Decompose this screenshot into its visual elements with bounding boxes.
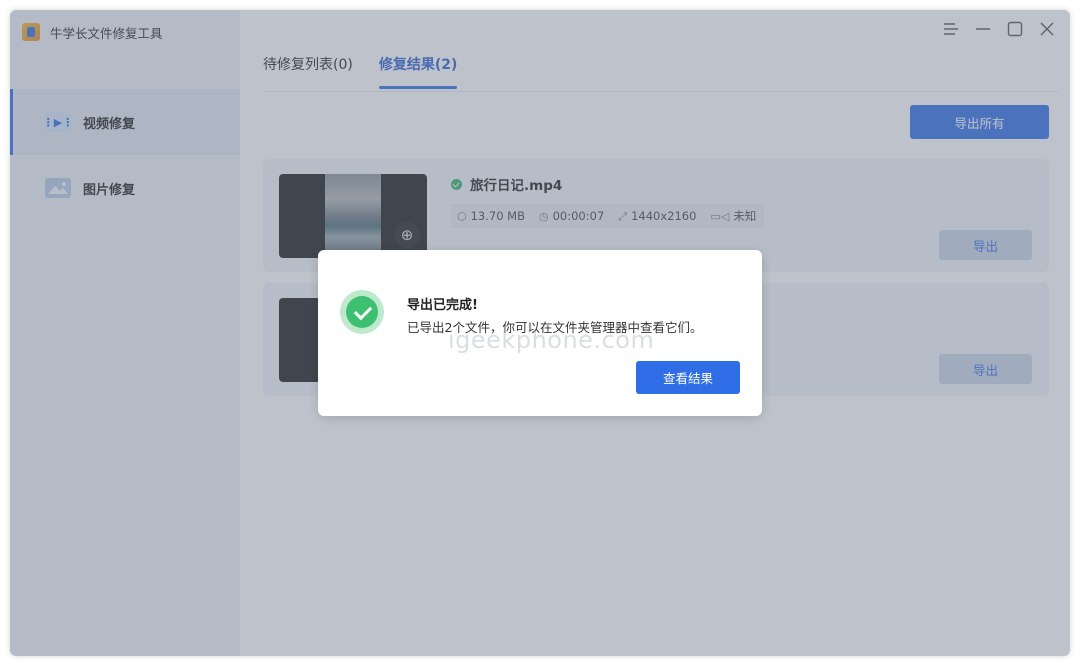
modal-overlay: 导出已完成! 已导出2个文件，你可以在文件夹管理器中查看它们。 igeekpho… — [0, 0, 1080, 666]
dialog-title: 导出已完成! — [407, 298, 478, 313]
view-results-button[interactable]: 查看结果 — [636, 361, 740, 394]
export-complete-dialog: 导出已完成! 已导出2个文件，你可以在文件夹管理器中查看它们。 igeekpho… — [318, 250, 762, 416]
watermark: igeekphone.com — [448, 326, 655, 354]
success-check-icon — [340, 290, 384, 334]
